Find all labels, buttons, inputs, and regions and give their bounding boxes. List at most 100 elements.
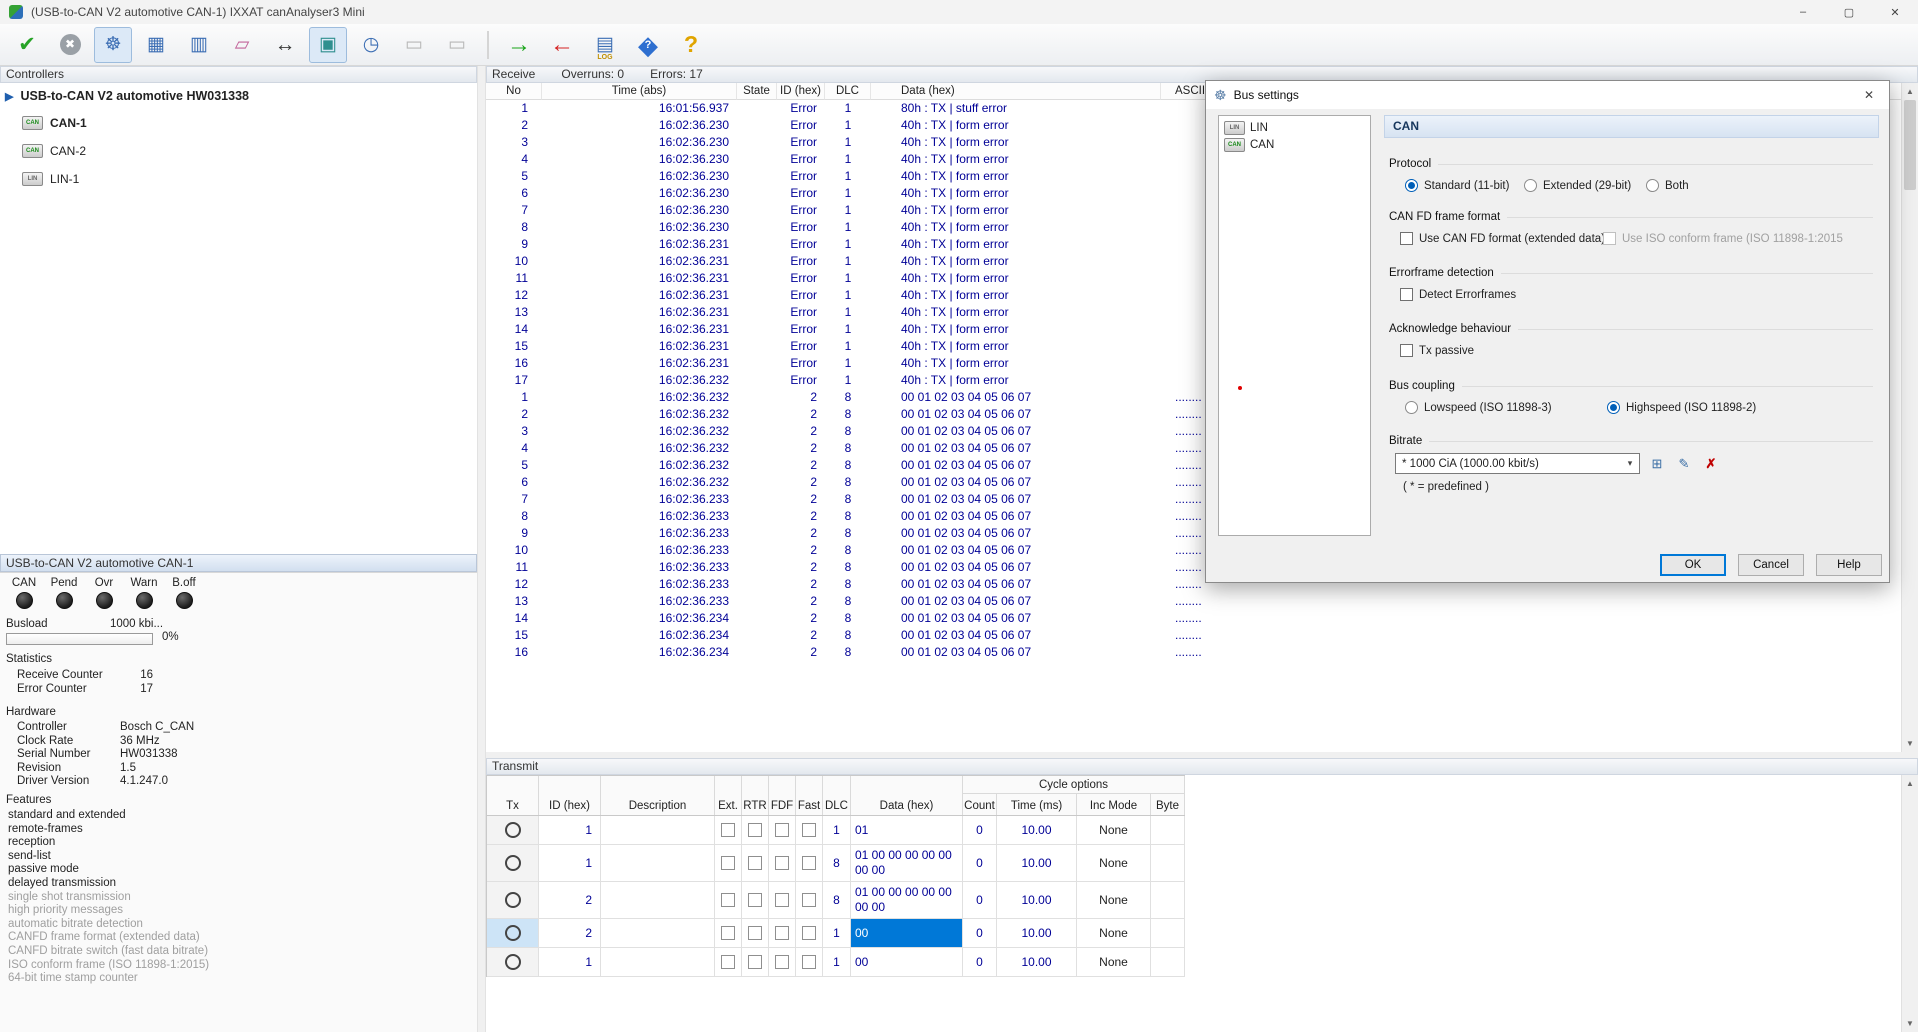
cell-dlc[interactable]: 1 (823, 919, 851, 947)
fdf-checkbox[interactable] (775, 926, 789, 940)
cell-time-ms[interactable]: 10.00 (997, 919, 1077, 947)
scrollbar-thumb[interactable] (1904, 100, 1916, 190)
transmit-row[interactable]: 1 1 00 0 10.00 None (487, 948, 1185, 977)
cancel-button[interactable]: Cancel (1738, 554, 1804, 576)
cell-time-ms[interactable]: 10.00 (997, 816, 1077, 844)
cell-count[interactable]: 0 (963, 816, 997, 844)
cell-byte[interactable] (1151, 948, 1185, 976)
cell-id[interactable]: 1 (539, 816, 601, 844)
tx-toggle-cell[interactable] (487, 948, 539, 976)
cell-description[interactable] (601, 845, 715, 881)
tx-toggle-cell[interactable] (487, 882, 539, 918)
cell-byte[interactable] (1151, 919, 1185, 947)
cell-id[interactable]: 1 (539, 948, 601, 976)
fast-checkbox[interactable] (802, 955, 816, 969)
fast-checkbox[interactable] (802, 926, 816, 940)
bus-load-button[interactable]: ↔ (266, 27, 304, 63)
bus-settings-button[interactable]: ☸ (94, 26, 132, 63)
tx-toggle-cell[interactable] (487, 816, 539, 844)
cell-id[interactable]: 2 (539, 919, 601, 947)
col-header-tx[interactable]: Tx (487, 776, 539, 815)
bitrate-detect-button[interactable]: ✎ (1675, 455, 1693, 473)
cell-data[interactable]: 00 (851, 919, 963, 947)
cell-dlc[interactable]: 8 (823, 882, 851, 918)
cell-id[interactable]: 2 (539, 882, 601, 918)
bitrate-delete-button[interactable]: ✗ (1702, 455, 1720, 473)
checkbox-use-canfd[interactable] (1400, 232, 1413, 245)
col-header-id[interactable]: ID (hex) (777, 83, 825, 100)
col-header-data[interactable]: Data (hex) (851, 776, 963, 815)
cell-description[interactable] (601, 919, 715, 947)
fast-checkbox[interactable] (802, 823, 816, 837)
ext-checkbox[interactable] (721, 856, 735, 870)
monitor-2-button[interactable]: ▭ (438, 27, 476, 63)
cell-inc-mode[interactable]: None (1077, 882, 1151, 918)
cell-dlc[interactable]: 1 (823, 816, 851, 844)
scroll-up-icon[interactable]: ▲ (1902, 83, 1918, 100)
controller-tree-item[interactable]: CAN CAN-2 (0, 137, 477, 165)
col-header-no[interactable]: No (486, 83, 542, 100)
transmit-row[interactable]: 1 1 01 0 10.00 None (487, 816, 1185, 845)
rtr-checkbox[interactable] (748, 856, 762, 870)
layout-button[interactable]: ▥ (180, 27, 218, 63)
ext-checkbox[interactable] (721, 955, 735, 969)
receive-row[interactable]: 16 16:02:36.234 2 8 00 01 02 03 04 05 06… (486, 644, 1901, 661)
tx-toggle-cell[interactable] (487, 919, 539, 947)
receive-row[interactable]: 13 16:02:36.233 2 8 00 01 02 03 04 05 06… (486, 593, 1901, 610)
fdf-checkbox[interactable] (775, 955, 789, 969)
col-header-time[interactable]: Time (abs) (542, 83, 737, 100)
cell-byte[interactable] (1151, 816, 1185, 844)
vertical-splitter[interactable] (477, 66, 486, 1032)
col-header-byte[interactable]: Byte (1151, 794, 1185, 815)
controller-tree-item[interactable]: LIN LIN-1 (0, 165, 477, 193)
cell-inc-mode[interactable]: None (1077, 845, 1151, 881)
scroll-up-icon[interactable]: ▲ (1902, 775, 1918, 792)
cell-description[interactable] (601, 816, 715, 844)
start-receive-button[interactable]: → (500, 27, 538, 63)
fast-checkbox[interactable] (802, 856, 816, 870)
cell-count[interactable]: 0 (963, 882, 997, 918)
cell-data[interactable]: 01 00 00 00 00 00 00 00 (851, 845, 963, 881)
col-header-description[interactable]: Description (601, 776, 715, 815)
col-header-fdf[interactable]: FDF (769, 776, 796, 815)
close-button[interactable]: ✕ (1872, 0, 1918, 24)
radio-extended-29bit[interactable] (1524, 179, 1537, 192)
cell-time-ms[interactable]: 10.00 (997, 948, 1077, 976)
scope-view-button[interactable]: ▣ (309, 26, 347, 63)
info-button[interactable]: ◆ ? (629, 27, 667, 63)
monitor-button[interactable]: ▭ (395, 27, 433, 63)
dialog-close-button[interactable]: ✕ (1849, 81, 1889, 109)
cell-time-ms[interactable]: 10.00 (997, 882, 1077, 918)
bus-tree-item[interactable]: LIN LIN (1219, 119, 1370, 136)
cell-inc-mode[interactable]: None (1077, 919, 1151, 947)
stop-receive-button[interactable]: ← (543, 27, 581, 63)
time-settings-button[interactable]: ◷ (352, 27, 390, 63)
col-header-fast[interactable]: Fast (796, 776, 823, 815)
ext-checkbox[interactable] (721, 893, 735, 907)
col-header-data[interactable]: Data (hex) (871, 83, 1161, 100)
radio-standard-11bit[interactable] (1405, 179, 1418, 192)
cell-count[interactable]: 0 (963, 948, 997, 976)
cell-data[interactable]: 01 00 00 00 00 00 00 00 (851, 882, 963, 918)
cell-description[interactable] (601, 882, 715, 918)
minimize-button[interactable]: – (1780, 0, 1826, 24)
col-header-inc-mode[interactable]: Inc Mode (1077, 794, 1151, 815)
clear-button[interactable]: ▱ (223, 27, 261, 63)
receive-row[interactable]: 15 16:02:36.234 2 8 00 01 02 03 04 05 06… (486, 627, 1901, 644)
col-header-dlc[interactable]: DLC (825, 83, 871, 100)
cell-count[interactable]: 0 (963, 919, 997, 947)
fdf-checkbox[interactable] (775, 893, 789, 907)
cell-description[interactable] (601, 948, 715, 976)
col-header-dlc[interactable]: DLC (823, 776, 851, 815)
scroll-down-icon[interactable]: ▼ (1902, 735, 1918, 752)
cell-byte[interactable] (1151, 882, 1185, 918)
col-header-rtr[interactable]: RTR (742, 776, 769, 815)
receive-scrollbar[interactable]: ▲ ▼ (1901, 83, 1918, 752)
checkbox-tx-passive[interactable] (1400, 344, 1413, 357)
message-view-button[interactable]: ▦ (137, 27, 175, 63)
fdf-checkbox[interactable] (775, 856, 789, 870)
bitrate-select[interactable]: * 1000 CiA (1000.00 kbit/s) ▾ (1395, 453, 1640, 474)
help-button[interactable]: Help (1816, 554, 1882, 576)
col-header-count[interactable]: Count (963, 794, 997, 815)
fast-checkbox[interactable] (802, 893, 816, 907)
